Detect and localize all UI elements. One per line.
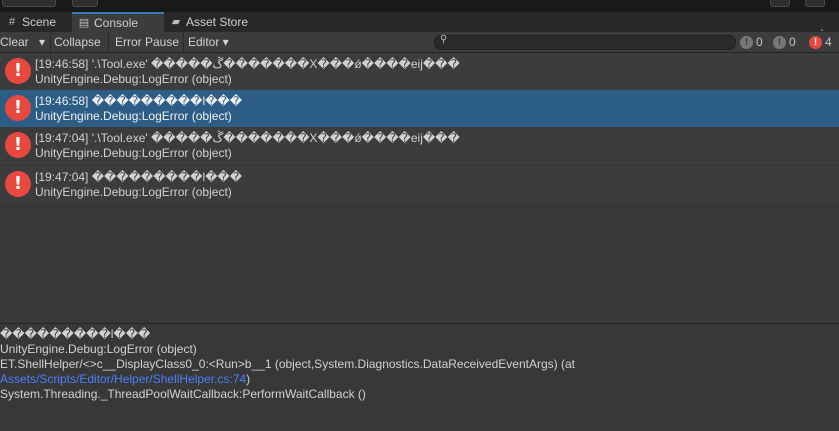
shopping-bag-icon: ▰ <box>171 16 181 28</box>
search-input[interactable]: ⚲ <box>434 34 736 50</box>
tab-asset-store[interactable]: ▰ Asset Store <box>164 12 264 32</box>
top-button-stub[interactable] <box>805 0 825 7</box>
tab-scene[interactable]: # Scene <box>0 12 72 32</box>
detail-line: Assets/Scripts/Editor/Helper/ShellHelper… <box>0 372 251 386</box>
top-button-stub[interactable] <box>2 0 56 7</box>
console-icon: ▤ <box>78 17 90 29</box>
source-file-link[interactable]: Assets/Scripts/Editor/Helper/ShellHelper… <box>0 372 246 386</box>
error-icon: ! <box>5 95 31 121</box>
log-entry-selected[interactable]: ! [19:46:58] ���������l��� UnityEngine.D… <box>0 90 839 127</box>
log-entry[interactable]: ! [19:47:04] '.\Tool.exe' �����ڴ�������X… <box>0 127 839 164</box>
warning-icon: ! <box>773 35 786 49</box>
detail-message: ���������l��� <box>0 327 151 341</box>
error-icon: ! <box>5 132 31 158</box>
top-button-stub[interactable] <box>72 0 98 7</box>
grid-icon: # <box>8 16 16 28</box>
error-icon: ! <box>5 171 31 197</box>
console-toolbar: Clear ▾ Collapse Error Pause Editor ▾ ⚲ … <box>0 32 839 53</box>
editor-dropdown[interactable]: Editor ▾ <box>188 32 236 52</box>
top-button-stub[interactable] <box>770 0 790 7</box>
log-entry[interactable]: ! [19:47:04] ���������l��� UnityEngine.D… <box>0 166 839 203</box>
detail-line: UnityEngine.Debug:LogError (object) <box>0 342 197 356</box>
detail-line: System.Threading._ThreadPoolWaitCallback… <box>0 387 366 401</box>
log-entry[interactable]: ! [19:46:58] '.\Tool.exe' �����ڴ�������X… <box>0 53 839 90</box>
clear-dropdown-icon[interactable]: ▾ <box>34 32 51 52</box>
window-tab-bar: # Scene ▤ Console ▰ Asset Store ⋮ <box>0 12 839 41</box>
error-counter-toggle[interactable]: ! 4 <box>809 32 832 52</box>
console-log-list[interactable]: ! [19:46:58] '.\Tool.exe' �����ڴ�������X… <box>0 53 839 323</box>
search-icon: ⚲ <box>440 34 448 45</box>
error-pause-button[interactable]: Error Pause <box>115 32 184 52</box>
stack-trace-panel: ���������l��� UnityEngine.Debug:LogError… <box>0 324 839 431</box>
clear-button[interactable]: Clear <box>0 32 34 52</box>
warning-counter-toggle[interactable]: ! 0 <box>773 32 796 52</box>
detail-line: ET.ShellHelper/<>c__DisplayClass0_0:<Run… <box>0 357 575 371</box>
collapse-button[interactable]: Collapse <box>54 32 109 52</box>
error-icon: ! <box>5 58 31 84</box>
info-icon: ! <box>740 35 753 49</box>
log-counter-toggle[interactable]: ! 0 <box>740 32 763 52</box>
error-icon: ! <box>809 35 822 49</box>
editor-top-strip <box>0 0 839 12</box>
tab-console[interactable]: ▤ Console <box>72 12 164 32</box>
